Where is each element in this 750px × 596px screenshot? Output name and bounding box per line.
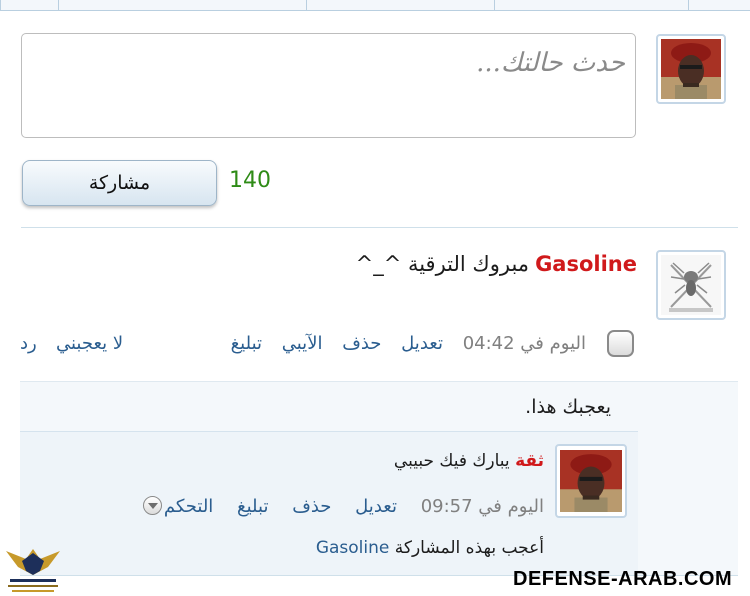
status-input[interactable]: حدث حالتك... xyxy=(21,33,636,138)
top-table-strip xyxy=(0,0,750,11)
share-button[interactable]: مشاركة xyxy=(22,160,217,206)
forum-emblem-icon xyxy=(6,549,60,592)
soldier-avatar-icon xyxy=(560,450,622,512)
comment-author-avatar[interactable] xyxy=(555,444,627,518)
comment-author-link[interactable]: ثقة xyxy=(515,451,544,471)
top-table-cell xyxy=(494,0,689,11)
top-table-cell xyxy=(306,0,495,11)
post-author-avatar[interactable] xyxy=(656,250,726,320)
post-edit-link[interactable]: تعديل xyxy=(401,333,443,354)
comment-text: يبارك فيك حبيبي xyxy=(393,451,510,471)
comment-time: اليوم في 09:57 xyxy=(420,496,544,517)
comment-meta: اليوم في 09:57 تعديل حذف تبليغ التحكم xyxy=(142,496,544,517)
post-time: اليوم في 04:42 xyxy=(462,333,586,354)
top-table-cell xyxy=(58,0,307,11)
post-message: Gasolineمبروك الترقية ^_^ xyxy=(356,252,637,276)
select-post-checkbox[interactable] xyxy=(607,330,634,357)
character-counter: 140 xyxy=(229,168,271,193)
post-author-link[interactable]: Gasoline xyxy=(535,252,637,276)
post-unlike-link[interactable]: لا يعجبني xyxy=(56,333,123,354)
post-ip-link[interactable]: الآيبي xyxy=(282,333,323,354)
post-reply-area: رد xyxy=(20,333,37,354)
comment-control-menu[interactable]: التحكم xyxy=(142,496,214,517)
soldier-avatar-icon xyxy=(661,39,721,99)
comment-liked-by: أعجب بهذه المشاركة Gasoline xyxy=(316,538,544,558)
status-placeholder: حدث حالتك... xyxy=(476,48,625,78)
you-like-this: يعجبك هذا. xyxy=(525,396,611,418)
post-meta: اليوم في 04:42 تعديل حذف الآيبي تبليغ xyxy=(231,333,586,354)
top-table-cell xyxy=(0,0,59,11)
liked-by-prefix: أعجب بهذه المشاركة xyxy=(394,538,544,558)
post-unlike-area: لا يعجبني xyxy=(56,333,123,354)
comment-control-label: التحكم xyxy=(163,496,214,517)
liked-by-user-link[interactable]: Gasoline xyxy=(316,538,390,558)
post-reply-link[interactable]: رد xyxy=(20,333,37,354)
current-user-avatar[interactable] xyxy=(656,34,726,104)
chevron-down-icon xyxy=(142,496,162,515)
spider-logo-avatar-icon xyxy=(661,255,721,315)
post-report-link[interactable]: تبليغ xyxy=(231,333,262,354)
comment-edit-link[interactable]: تعديل xyxy=(355,496,397,517)
watermark-site: DEFENSE-ARAB.COM xyxy=(513,568,733,590)
top-table-cell xyxy=(688,0,750,11)
post-message-text: مبروك الترقية ^_^ xyxy=(355,252,530,276)
section-divider xyxy=(21,227,738,228)
comment-report-link[interactable]: تبليغ xyxy=(237,496,268,517)
comment-message: ثقة يبارك فيك حبيبي xyxy=(394,451,544,471)
post-delete-link[interactable]: حذف xyxy=(342,333,381,354)
comment-delete-link[interactable]: حذف xyxy=(292,496,331,517)
